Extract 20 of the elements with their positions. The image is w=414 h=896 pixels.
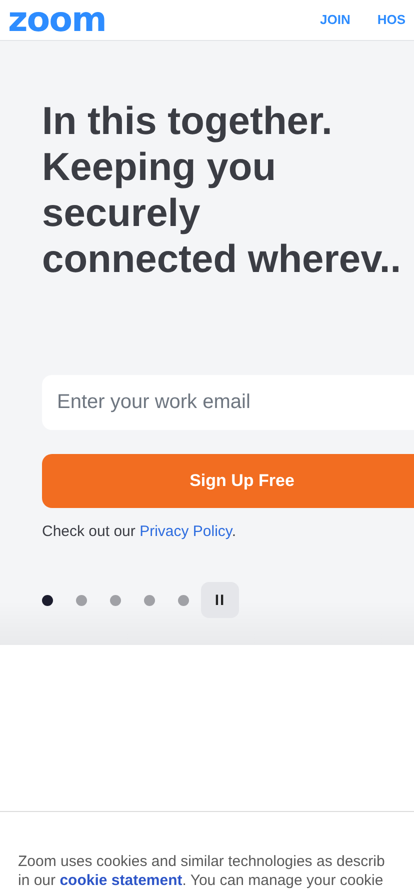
headline: securely <box>42 191 202 237</box>
sign-up-button[interactable]: Sign Up Free <box>42 454 414 508</box>
cookie-text: Zoom uses cookies and similar technologies as describ <box>18 852 386 871</box>
carousel-dot[interactable] <box>144 594 155 606</box>
cookie-statement-link[interactable]: cookie statement <box>60 872 182 889</box>
privacy-link[interactable]: Privacy Policy <box>140 523 232 540</box>
headline: connected wherev.. <box>42 237 402 283</box>
headline: Keeping you <box>42 145 278 191</box>
nav-link[interactable]: JOIN <box>320 12 350 27</box>
logo[interactable]: zoom <box>8 2 106 38</box>
nav-link[interactable]: HOS <box>377 12 406 27</box>
carousel-dot[interactable] <box>42 594 53 606</box>
headline: In this together. <box>42 99 334 145</box>
carousel-dot[interactable] <box>76 594 87 606</box>
pause-button[interactable]: II <box>201 582 239 618</box>
carousel-dot[interactable] <box>110 594 121 606</box>
email-field[interactable]: Enter your work email <box>42 375 414 430</box>
cookie-text: in our cookie statement. You can manage your cookie <box>18 871 384 890</box>
carousel-dot[interactable] <box>178 594 189 606</box>
privacy-note: Check out our Privacy Policy. <box>42 523 237 540</box>
